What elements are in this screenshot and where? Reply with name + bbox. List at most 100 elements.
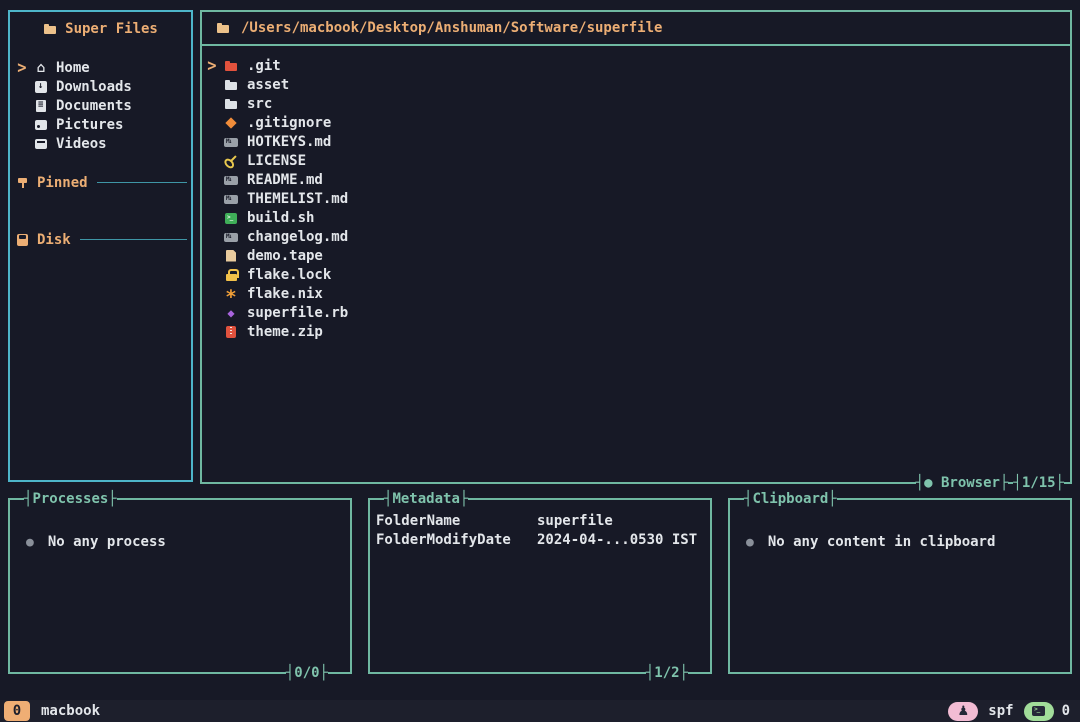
disk-icon bbox=[16, 233, 30, 247]
shell-icon bbox=[224, 211, 238, 225]
exit-code-badge: 0 bbox=[4, 701, 30, 721]
pinned-label: Pinned bbox=[37, 175, 88, 191]
file-name: theme.zip bbox=[247, 324, 323, 340]
file-row[interactable]: LICENSE bbox=[202, 151, 1070, 170]
file-row[interactable]: build.sh bbox=[202, 208, 1070, 227]
folder-icon bbox=[216, 21, 230, 35]
metadata-row: FolderName superfile bbox=[376, 511, 702, 530]
file-list: > .git asset src .gitignore HOTKEYS.md L… bbox=[202, 56, 1070, 341]
sidebar-item[interactable]: Videos bbox=[10, 134, 191, 153]
file-name: THEMELIST.md bbox=[247, 191, 348, 207]
file-name: .git bbox=[247, 58, 281, 74]
sidebar-item-label: Home bbox=[56, 60, 90, 76]
app-title: Super Files bbox=[65, 21, 158, 37]
pinned-divider bbox=[97, 182, 187, 183]
home-icon bbox=[34, 61, 48, 75]
file-row[interactable]: demo.tape bbox=[202, 246, 1070, 265]
lock-icon bbox=[224, 268, 238, 282]
key-icon bbox=[221, 151, 241, 171]
markdown-icon bbox=[224, 230, 238, 244]
metadata-key: FolderModifyDate bbox=[376, 532, 537, 548]
file-row[interactable]: flake.nix bbox=[202, 284, 1070, 303]
file-name: .gitignore bbox=[247, 115, 331, 131]
file-name: LICENSE bbox=[247, 153, 306, 169]
file-row[interactable]: src bbox=[202, 94, 1070, 113]
pin-icon bbox=[16, 176, 30, 190]
current-path: /Users/macbook/Desktop/Anshuman/Software… bbox=[241, 20, 662, 36]
markdown-icon bbox=[224, 173, 238, 187]
file-row[interactable]: THEMELIST.md bbox=[202, 189, 1070, 208]
file-panel[interactable]: /Users/macbook/Desktop/Anshuman/Software… bbox=[200, 10, 1072, 484]
path-bar: /Users/macbook/Desktop/Anshuman/Software… bbox=[202, 12, 1070, 46]
sidebar-item[interactable]: Downloads bbox=[10, 77, 191, 96]
file-row[interactable]: flake.lock bbox=[202, 265, 1070, 284]
file-row[interactable]: HOTKEYS.md bbox=[202, 132, 1070, 151]
video-icon bbox=[34, 137, 48, 151]
processes-empty-row: ● No any process bbox=[10, 534, 350, 550]
sidebar-panel[interactable]: Super Files > Home Downloads Documents P… bbox=[8, 10, 193, 482]
file-name: README.md bbox=[247, 172, 323, 188]
processes-pagination: 0/0 bbox=[286, 664, 328, 682]
document-icon bbox=[34, 99, 48, 113]
processes-title: Processes bbox=[24, 490, 117, 508]
sidebar-item-list: > Home Downloads Documents Pictures Vide… bbox=[10, 58, 191, 153]
sidebar-item[interactable]: > Home bbox=[10, 58, 191, 77]
file-row[interactable]: > .git bbox=[202, 56, 1070, 75]
file-panel-footer: ● Browser 1/15 bbox=[916, 474, 1064, 492]
file-row[interactable]: README.md bbox=[202, 170, 1070, 189]
file-row[interactable]: .gitignore bbox=[202, 113, 1070, 132]
status-bar: 0 macbook ♟ spf 0 bbox=[0, 700, 1080, 722]
file-name: HOTKEYS.md bbox=[247, 134, 331, 150]
metadata-panel[interactable]: Metadata FolderName superfile FolderModi… bbox=[368, 498, 712, 674]
processes-panel[interactable]: Processes ● No any process 0/0 bbox=[8, 498, 352, 674]
file-row[interactable]: superfile.rb bbox=[202, 303, 1070, 322]
superfile-logo-badge: ♟ bbox=[948, 702, 978, 721]
sidebar-section-pinned: Pinned bbox=[16, 173, 187, 192]
sidebar-item-label: Pictures bbox=[56, 117, 123, 133]
clipboard-panel[interactable]: Clipboard ● No any content in clipboard bbox=[728, 498, 1072, 674]
download-icon bbox=[34, 80, 48, 94]
clipboard-empty-text: No any content in clipboard bbox=[768, 534, 996, 550]
metadata-key: FolderName bbox=[376, 513, 537, 529]
cursor-indicator: > bbox=[207, 56, 225, 75]
sidebar-item-label: Documents bbox=[56, 98, 132, 114]
git-diamond-icon bbox=[224, 116, 238, 130]
metadata-value: 2024-04-...0530 IST bbox=[537, 532, 697, 548]
metadata-pagination: 1/2 bbox=[646, 664, 688, 682]
terminal-icon bbox=[1032, 706, 1045, 716]
folder-icon bbox=[224, 59, 238, 73]
disk-divider bbox=[80, 239, 187, 240]
markdown-icon bbox=[224, 135, 238, 149]
terminal-badge bbox=[1024, 702, 1054, 721]
sidebar-item-label: Videos bbox=[56, 136, 107, 152]
metadata-row: FolderModifyDate 2024-04-...0530 IST bbox=[376, 530, 702, 549]
image-icon bbox=[34, 118, 48, 132]
file-name: src bbox=[247, 96, 272, 112]
person-icon: ♟ bbox=[957, 705, 969, 718]
bullet-icon: ● bbox=[26, 535, 34, 550]
clipboard-empty-row: ● No any content in clipboard bbox=[730, 534, 1070, 550]
sidebar-item[interactable]: Pictures bbox=[10, 115, 191, 134]
markdown-icon bbox=[224, 192, 238, 206]
file-name: changelog.md bbox=[247, 229, 348, 245]
file-name: superfile.rb bbox=[247, 305, 348, 321]
sidebar-section-disk: Disk bbox=[16, 230, 187, 249]
file-name: build.sh bbox=[247, 210, 314, 226]
sidebar-title: Super Files bbox=[10, 21, 191, 37]
cursor-indicator: > bbox=[17, 58, 35, 77]
sidebar-item[interactable]: Documents bbox=[10, 96, 191, 115]
file-name: demo.tape bbox=[247, 248, 323, 264]
file-row[interactable]: asset bbox=[202, 75, 1070, 94]
file-row[interactable]: theme.zip bbox=[202, 322, 1070, 341]
disk-label: Disk bbox=[37, 232, 71, 248]
metadata-value: superfile bbox=[537, 513, 613, 529]
file-row[interactable]: changelog.md bbox=[202, 227, 1070, 246]
bullet-icon: ● bbox=[746, 535, 754, 550]
file-name: flake.nix bbox=[247, 286, 323, 302]
file-name: flake.lock bbox=[247, 267, 331, 283]
panel-pagination-tag: 1/15 bbox=[1013, 474, 1064, 492]
folder-icon bbox=[43, 22, 57, 36]
clipboard-title: Clipboard bbox=[744, 490, 837, 508]
file-name: asset bbox=[247, 77, 289, 93]
metadata-title: Metadata bbox=[384, 490, 468, 508]
